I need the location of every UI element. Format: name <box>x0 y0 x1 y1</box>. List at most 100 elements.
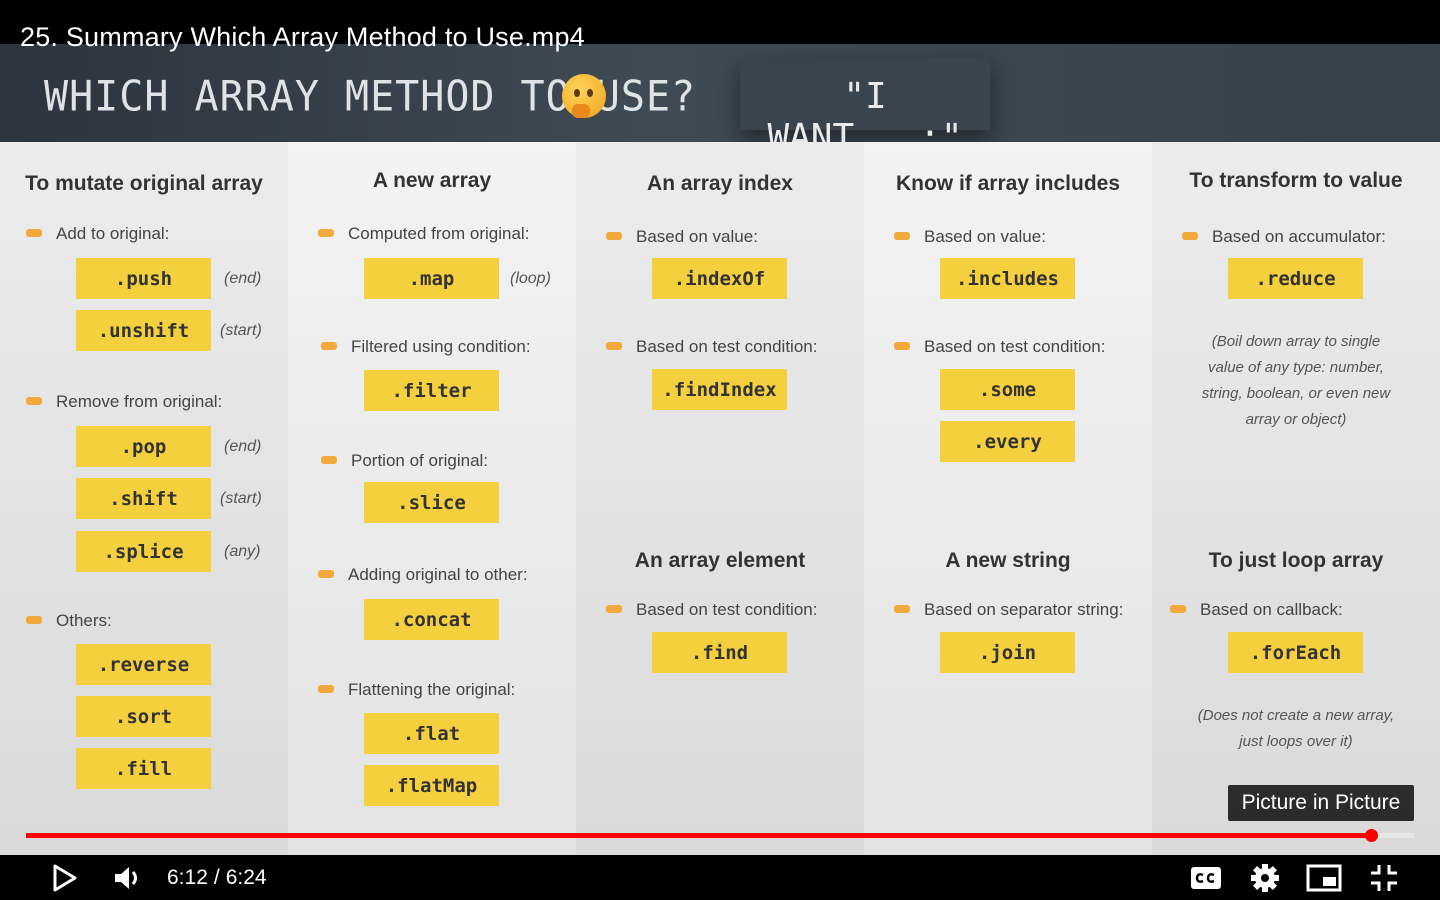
group-label: Based on test condition: <box>894 337 1105 357</box>
foreach-note: (Does not create a new array, just loops… <box>1197 707 1395 750</box>
column-title: A new array <box>372 169 492 192</box>
group-label: Based on separator string: <box>894 600 1123 620</box>
pointing-hand-icon <box>26 615 42 624</box>
method-chip: .push <box>76 258 211 299</box>
column-title: Know if array includes <box>895 172 1121 195</box>
slide-header: WHICH ARRAY METHOD TO USE? "I WANT...:" <box>0 44 1440 158</box>
method-chip: .reverse <box>76 644 211 685</box>
method-hint: (start) <box>220 322 262 339</box>
method-chip: .sort <box>76 696 211 737</box>
picture-in-picture-tooltip: Picture in Picture <box>1228 785 1414 821</box>
method-chip: .splice <box>76 531 211 572</box>
duration: 6:24 <box>225 865 267 889</box>
method-chip: .filter <box>364 370 499 411</box>
pointing-hand-icon <box>606 604 622 613</box>
progress-bar[interactable] <box>26 829 1414 842</box>
method-chip: .concat <box>364 599 499 640</box>
settings-button[interactable] <box>1243 855 1287 900</box>
method-hint: (start) <box>220 490 262 507</box>
method-chip: .pop <box>76 426 211 467</box>
time-display: 6:12 / 6:24 <box>167 855 267 900</box>
column-title: To transform to value <box>1189 169 1403 192</box>
group-label: Portion of original: <box>321 451 488 471</box>
group-label: Remove from original: <box>26 392 222 412</box>
pointing-hand-icon <box>606 231 622 240</box>
current-time: 6:12 <box>167 865 208 889</box>
volume-icon <box>115 866 137 889</box>
method-chip: .includes <box>940 258 1075 299</box>
progress-scrubber[interactable] <box>1364 829 1378 842</box>
pointing-hand-icon <box>318 569 334 578</box>
pointing-hand-icon <box>1182 231 1198 240</box>
method-hint: (any) <box>224 543 261 560</box>
group-label: Based on value: <box>606 227 758 247</box>
column-index: An array index Based on value: .indexOf … <box>576 142 864 856</box>
pointing-hand-icon <box>318 228 334 237</box>
method-chip: .join <box>940 632 1075 673</box>
pointing-hand-icon <box>894 231 910 240</box>
miniplayer-icon <box>1306 864 1342 891</box>
group-label: Adding original to other: <box>318 565 528 585</box>
want-box: "I WANT...:" <box>740 58 990 158</box>
pointing-hand-icon <box>1170 604 1186 613</box>
method-chip: .slice <box>364 482 499 523</box>
pointing-hand-icon <box>894 341 910 350</box>
method-chip: .unshift <box>76 310 211 351</box>
column-transform: To transform to value Based on accumulat… <box>1152 142 1440 856</box>
group-label: Others: <box>26 611 112 631</box>
pointing-hand-icon <box>26 396 42 405</box>
group-label: Based on test condition: <box>606 337 817 357</box>
column-mutate: To mutate original array Add to original… <box>0 142 288 856</box>
column-new-array: A new array Computed from original: .map… <box>288 142 576 856</box>
exit-fullscreen-button[interactable] <box>1362 855 1406 900</box>
pointing-hand-icon <box>318 684 334 693</box>
method-chip: .flat <box>364 713 499 754</box>
column-includes: Know if array includes Based on value: .… <box>864 142 1152 856</box>
exit-fullscreen-icon <box>1371 864 1397 891</box>
pointing-hand-icon <box>894 604 910 613</box>
group-label: Filtered using condition: <box>321 337 531 357</box>
player-controls: 6:12 / 6:24 <box>0 855 1440 900</box>
method-columns: To mutate original array Add to original… <box>0 142 1440 856</box>
group-label: Flattening the original: <box>318 680 515 700</box>
gear-icon <box>1251 863 1279 892</box>
group-label: Add to original: <box>26 224 169 244</box>
pointing-hand-icon <box>321 455 337 464</box>
column-title: A new string <box>945 549 1071 572</box>
lecture-slide: WHICH ARRAY METHOD TO USE? "I WANT...:" … <box>0 44 1440 856</box>
method-chip: .reduce <box>1228 258 1363 299</box>
group-label: Based on test condition: <box>606 600 817 620</box>
method-hint: (end) <box>224 438 262 455</box>
progress-fill <box>26 833 1371 838</box>
miniplayer-button[interactable] <box>1302 855 1346 900</box>
reduce-note: (Boil down array to single value of any … <box>1201 333 1391 428</box>
method-chip: .flatMap <box>364 765 499 806</box>
method-chip: .forEach <box>1228 632 1363 673</box>
method-hint: (loop) <box>510 270 551 287</box>
group-label: Based on value: <box>894 227 1046 247</box>
method-chip: .indexOf <box>652 258 787 299</box>
method-chip: .map <box>364 258 499 299</box>
video-title: 25. Summary Which Array Method to Use.mp… <box>20 22 585 52</box>
play-button[interactable] <box>42 855 88 900</box>
pointing-hand-icon <box>26 228 42 237</box>
column-title: To just loop array <box>1208 549 1384 572</box>
captions-icon <box>1191 866 1221 889</box>
video-player[interactable]: 25. Summary Which Array Method to Use.mp… <box>0 0 1440 900</box>
method-chip: .some <box>940 369 1075 410</box>
method-chip: .find <box>652 632 787 673</box>
method-chip: .shift <box>76 478 211 519</box>
method-chip: .findIndex <box>652 369 787 410</box>
column-title: An array element <box>634 549 806 572</box>
group-label: Based on callback: <box>1170 600 1343 620</box>
pointing-hand-icon <box>321 341 337 350</box>
method-hint: (end) <box>224 270 262 287</box>
method-chip: .fill <box>76 748 211 789</box>
mute-button[interactable] <box>104 855 150 900</box>
pointing-hand-icon <box>606 341 622 350</box>
group-label: Computed from original: <box>318 224 529 244</box>
play-icon <box>53 864 77 891</box>
method-chip: .every <box>940 421 1075 462</box>
captions-button[interactable] <box>1184 855 1228 900</box>
thinking-hand-icon <box>572 104 590 118</box>
